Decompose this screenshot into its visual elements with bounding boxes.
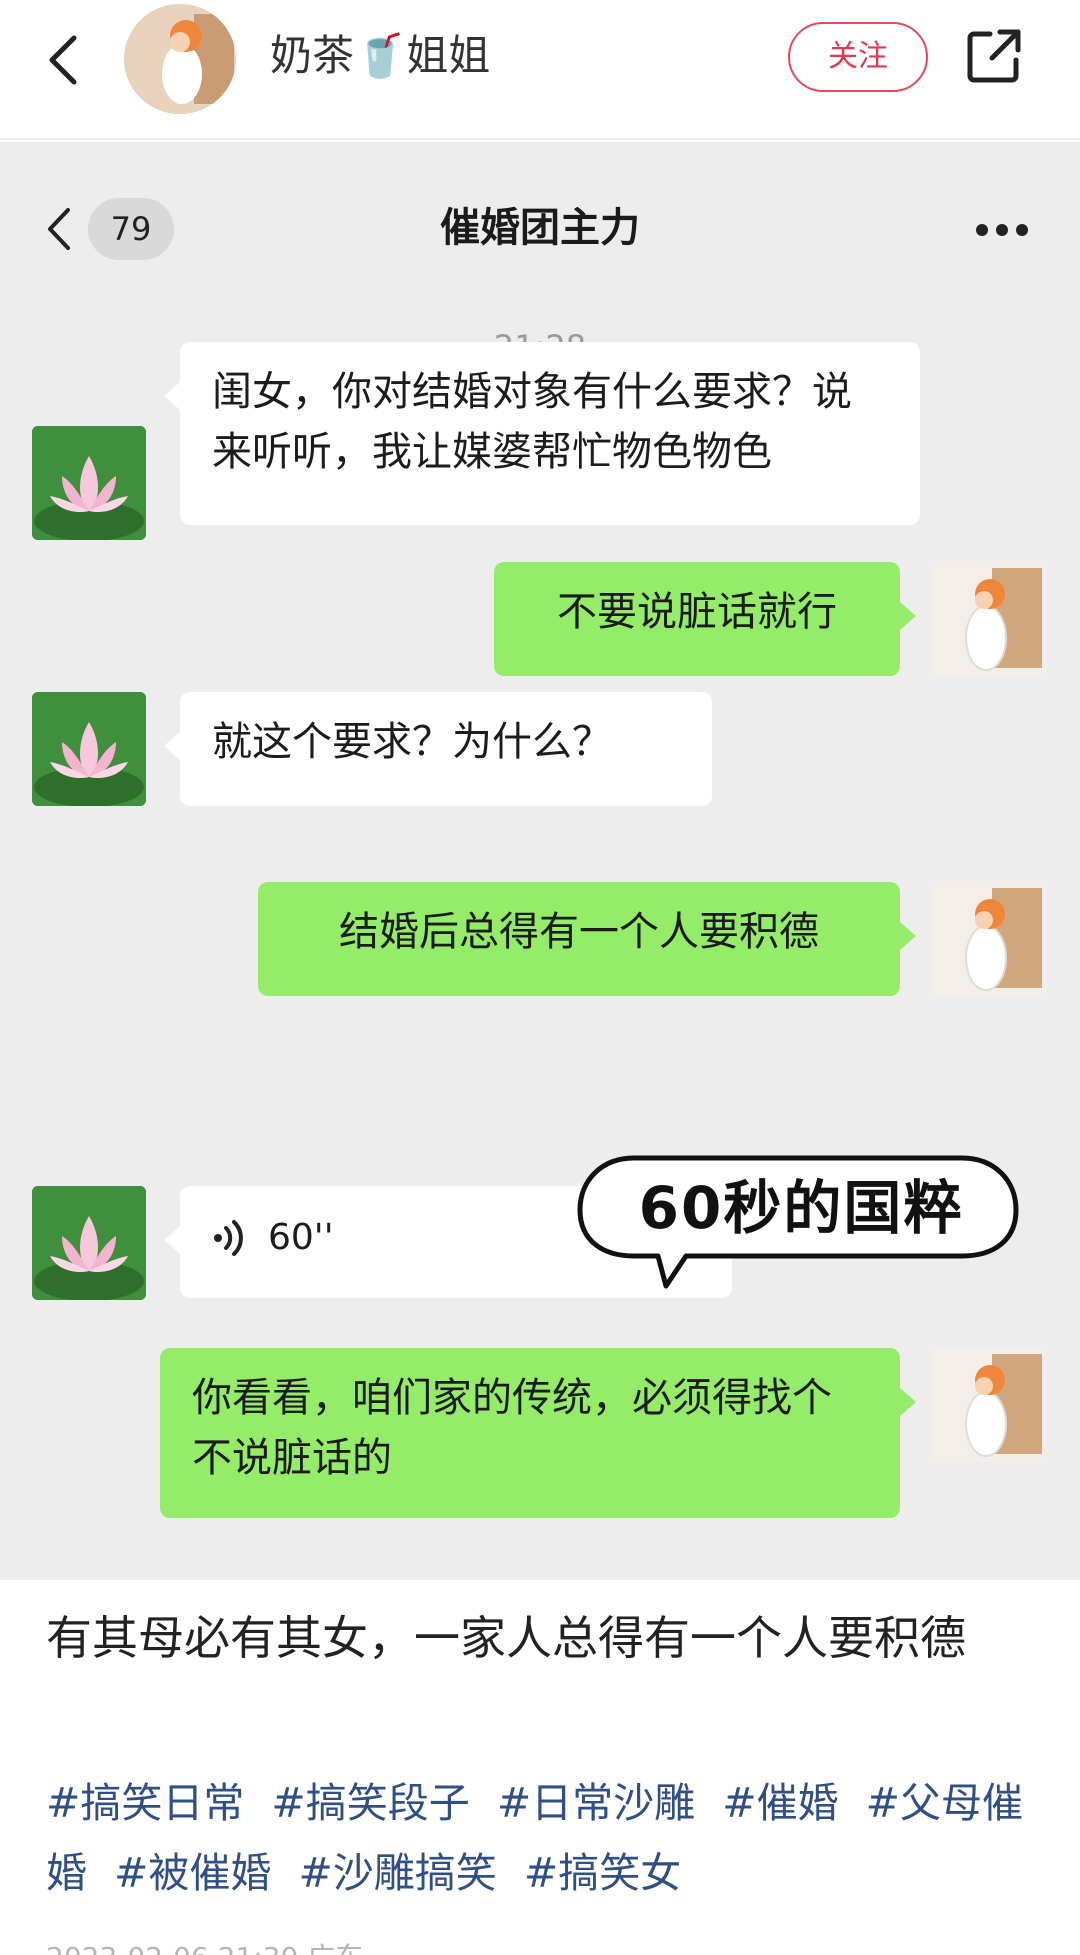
chat-title: 催婚团主力 — [440, 205, 640, 251]
hashtag-link[interactable]: #搞笑段子 — [271, 1779, 469, 1827]
post-date: 2023-02-06 21:30 广东 — [46, 1936, 363, 1955]
message-bubble: 闺女，你对结婚对象有什么要求？说来听听，我让媒婆帮忙物色物色 — [164, 342, 920, 525]
hashtag-link[interactable]: #沙雕搞笑 — [298, 1849, 496, 1897]
voice-wave-icon — [214, 1220, 243, 1256]
girl-avatar — [932, 1348, 1046, 1462]
hashtag-link[interactable]: #搞笑女 — [524, 1849, 681, 1897]
lotus-avatar — [32, 1186, 146, 1300]
hashtag-link[interactable]: #搞笑日常 — [46, 1779, 244, 1827]
post-header: 奶茶🥤姐姐 关注 — [0, 0, 1080, 140]
message-bubble: 就这个要求？为什么？ — [164, 692, 712, 806]
sticker-text: 60秒的国粹 — [638, 1174, 964, 1242]
lotus-avatar — [32, 692, 146, 806]
message-bubble: 你看看，咱们家的传统，必须得找个不说脏话的 — [160, 1348, 916, 1518]
hashtag-link[interactable]: #日常沙雕 — [497, 1779, 695, 1827]
author-name[interactable]: 奶茶🥤姐姐 — [270, 28, 490, 84]
lotus-avatar — [32, 426, 146, 540]
unread-count-badge: 79 — [88, 198, 174, 260]
message-bubble: 不要说脏话就行 — [494, 562, 916, 676]
follow-button[interactable]: 关注 — [788, 22, 928, 92]
girl-avatar — [932, 882, 1046, 996]
voice-duration: 60'' — [268, 1217, 334, 1258]
message-bubble: 结婚后总得有一个人要积德 — [258, 882, 916, 996]
more-icon — [976, 224, 1028, 236]
hashtag-link[interactable]: #被催婚 — [114, 1849, 271, 1897]
back-arrow-icon[interactable] — [40, 30, 90, 90]
post-caption: 有其母必有其女，一家人总得有一个人要积德 — [46, 1611, 966, 1665]
chat-back-icon — [48, 208, 70, 250]
chat-screenshot: 79 催婚团主力 21:28 闺女，你对结婚对象有什么要求？说来听听，我让媒婆帮… — [0, 142, 1080, 1580]
hashtag-link[interactable]: #催婚 — [722, 1779, 838, 1827]
tag-list: #搞笑日常 #搞笑段子 #日常沙雕 #催婚 #父母催婚 #被催婚 #沙雕搞笑 #… — [46, 1768, 1036, 1908]
share-icon[interactable] — [964, 26, 1024, 86]
author-avatar[interactable] — [124, 4, 236, 114]
girl-avatar — [932, 562, 1046, 676]
